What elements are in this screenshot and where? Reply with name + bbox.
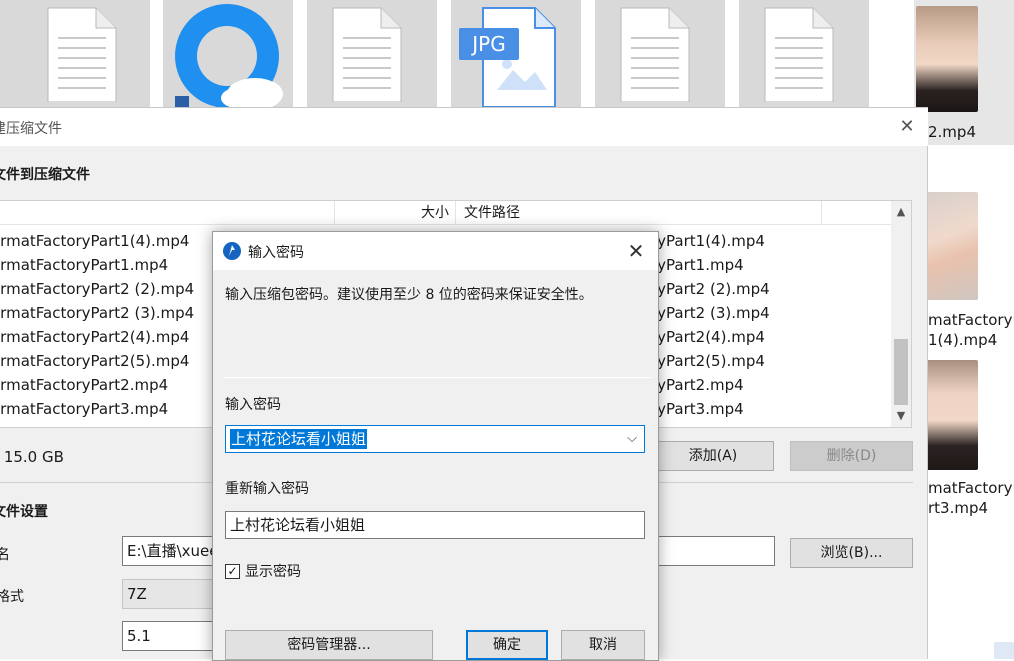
video-thumbnail xyxy=(926,192,978,300)
qq-browser-icon xyxy=(175,4,283,107)
document-icon xyxy=(764,7,834,102)
document-icon xyxy=(332,7,402,102)
file-tile-doc-4[interactable] xyxy=(739,0,869,107)
password-dialog-divider xyxy=(224,377,652,378)
add-button[interactable]: 添加(A) xyxy=(652,441,774,471)
app-logo-icon xyxy=(223,242,241,260)
file-path: ryPart2.mp4 xyxy=(651,376,744,394)
column-header-size[interactable]: 大小 xyxy=(334,201,456,225)
file-tile-doc-3[interactable] xyxy=(595,0,725,107)
password-selected-text: 上村花论坛看小姐姐 xyxy=(230,429,368,449)
file-list-scrollbar[interactable]: ▲ ▼ xyxy=(891,201,911,427)
file-path: ryPart1(4).mp4 xyxy=(651,232,765,250)
scroll-up-icon[interactable]: ▲ xyxy=(891,203,911,221)
video-file-label: 1(4).mp4 xyxy=(928,331,998,349)
password-dialog: 输入密码 ✕ 输入压缩包密码。建议使用至少 8 位的密码来保证安全性。 输入密码… xyxy=(212,231,659,661)
file-name: ormatFactoryPart2.mp4 xyxy=(0,376,169,394)
browse-button[interactable]: 浏览(B)... xyxy=(790,538,913,568)
file-name: ormatFactoryPart1(4).mp4 xyxy=(0,232,190,250)
confirm-password-label: 重新输入密码 xyxy=(225,481,309,497)
archive-path-label: 名 xyxy=(0,547,10,563)
video-file-label: 2.mp4 xyxy=(928,123,976,141)
password-combobox[interactable]: 上村花论坛看小姐姐 ⌵ xyxy=(225,425,645,453)
total-size-text: : 15.0 GB xyxy=(0,448,64,466)
confirm-password-field[interactable]: 上村花论坛看小姐姐 xyxy=(225,511,645,539)
file-path: ryPart2(5).mp4 xyxy=(651,352,765,370)
file-path: ryPart1.mp4 xyxy=(651,256,744,274)
video-file-label: matFactoryP xyxy=(928,311,1014,329)
files-section-heading: 文件到压缩文件 xyxy=(0,167,90,183)
video-file-label: matFactoryP xyxy=(928,479,1014,497)
settings-section-heading: 文件设置 xyxy=(0,504,48,520)
delete-button[interactable]: 删除(D) xyxy=(790,441,913,471)
scroll-down-icon[interactable]: ▼ xyxy=(891,407,911,425)
password-dialog-title: 输入密码 xyxy=(248,245,304,261)
archive-close-icon[interactable]: ✕ xyxy=(896,116,918,138)
file-name: ormatFactoryPart2 (3).mp4 xyxy=(0,304,195,322)
video-file-label: rt3.mp4 xyxy=(928,499,989,517)
archive-format-select[interactable]: 7Z xyxy=(122,579,222,609)
file-tile-browser-shortcut[interactable] xyxy=(163,0,293,107)
password-manager-button[interactable]: 密码管理器... xyxy=(225,630,433,660)
file-path: ryPart3.mp4 xyxy=(651,400,744,418)
column-header-divider xyxy=(821,201,822,225)
taskbar-corner xyxy=(994,642,1014,659)
password-hint-text: 输入压缩包密码。建议使用至少 8 位的密码来保证安全性。 xyxy=(225,287,593,303)
file-tile-jpg[interactable]: JPG xyxy=(451,0,581,107)
video-file-tile-2[interactable]: matFactoryP 1(4).mp4 xyxy=(914,186,1014,351)
ok-button[interactable]: 确定 xyxy=(466,630,548,660)
file-path: ryPart2 (3).mp4 xyxy=(651,304,770,322)
column-header-path[interactable]: 文件路径 xyxy=(464,201,520,225)
document-icon xyxy=(620,7,690,102)
video-file-tile-1[interactable]: 2.mp4 xyxy=(914,0,1014,145)
chevron-down-icon[interactable]: ⌵ xyxy=(624,429,640,449)
file-name: ormatFactoryPart2 (2).mp4 xyxy=(0,280,195,298)
scrollbar-thumb[interactable] xyxy=(894,339,908,405)
password-label: 输入密码 xyxy=(225,397,281,413)
file-name: ormatFactoryPart3.mp4 xyxy=(0,400,169,418)
archive-window-title: 建压缩文件 xyxy=(0,121,62,137)
close-icon[interactable]: ✕ xyxy=(624,239,648,263)
archive-format-label: 格式 xyxy=(0,589,24,605)
video-file-tile-3[interactable]: matFactoryP rt3.mp4 xyxy=(914,354,1014,519)
cancel-button[interactable]: 取消 xyxy=(561,630,645,660)
file-path: ryPart2(4).mp4 xyxy=(651,328,765,346)
show-password-label: 显示密码 xyxy=(245,564,301,580)
checkbox-checked-icon[interactable]: ✓ xyxy=(225,564,240,579)
video-file-column: 2.mp4 matFactoryP 1(4).mp4 matFactoryP r… xyxy=(914,0,1014,659)
password-dialog-titlebar: 输入密码 ✕ xyxy=(213,232,658,270)
document-icon xyxy=(47,7,117,102)
archive-titlebar: 建压缩文件 ✕ xyxy=(0,108,928,146)
file-name: ormatFactoryPart2(5).mp4 xyxy=(0,352,190,370)
archive-version-field[interactable]: 5.1 xyxy=(122,621,222,651)
jpg-badge: JPG xyxy=(459,28,519,60)
file-name: ormatFactoryPart2(4).mp4 xyxy=(0,328,190,346)
file-name: ormatFactoryPart1.mp4 xyxy=(0,256,169,274)
video-thumbnail xyxy=(926,360,978,470)
file-path: ryPart2 (2).mp4 xyxy=(651,280,770,298)
video-thumbnail xyxy=(916,6,978,112)
file-list-header: 大小 文件路径 xyxy=(0,201,892,225)
file-tile-doc-2[interactable] xyxy=(307,0,437,107)
file-tile-doc-1[interactable] xyxy=(0,0,150,107)
